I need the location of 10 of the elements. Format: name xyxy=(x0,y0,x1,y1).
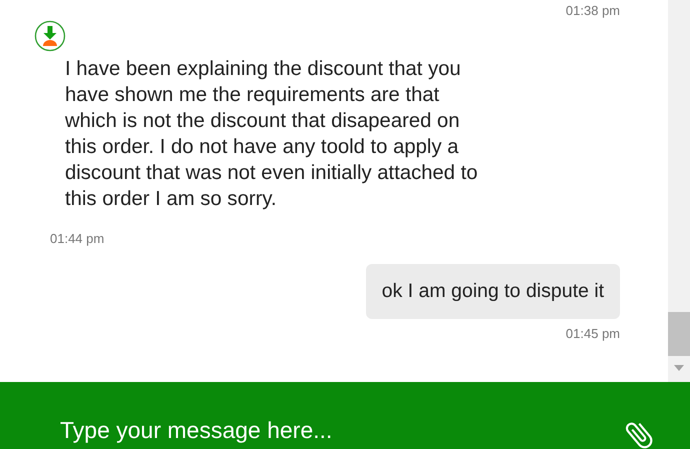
message-bubble: ok I am going to dispute it xyxy=(366,264,620,319)
scrollbar-thumb[interactable] xyxy=(668,312,690,356)
timestamp: 01:44 pm xyxy=(50,231,104,246)
message-text: I have been explaining the discount that you have shown me the requirements are that which is not the discount that disapeared on this order. I do not have any toold to apply a discount that was not even initially attached to this order I am so sorry. xyxy=(65,57,479,212)
scroll-down-icon[interactable] xyxy=(674,365,684,371)
scrollbar[interactable] xyxy=(668,0,690,382)
timestamp: 01:45 pm xyxy=(566,326,620,341)
timestamp: 01:38 pm xyxy=(566,3,620,18)
message-input[interactable]: Type your message here... xyxy=(0,382,690,449)
carrot-logo-icon xyxy=(34,20,66,52)
